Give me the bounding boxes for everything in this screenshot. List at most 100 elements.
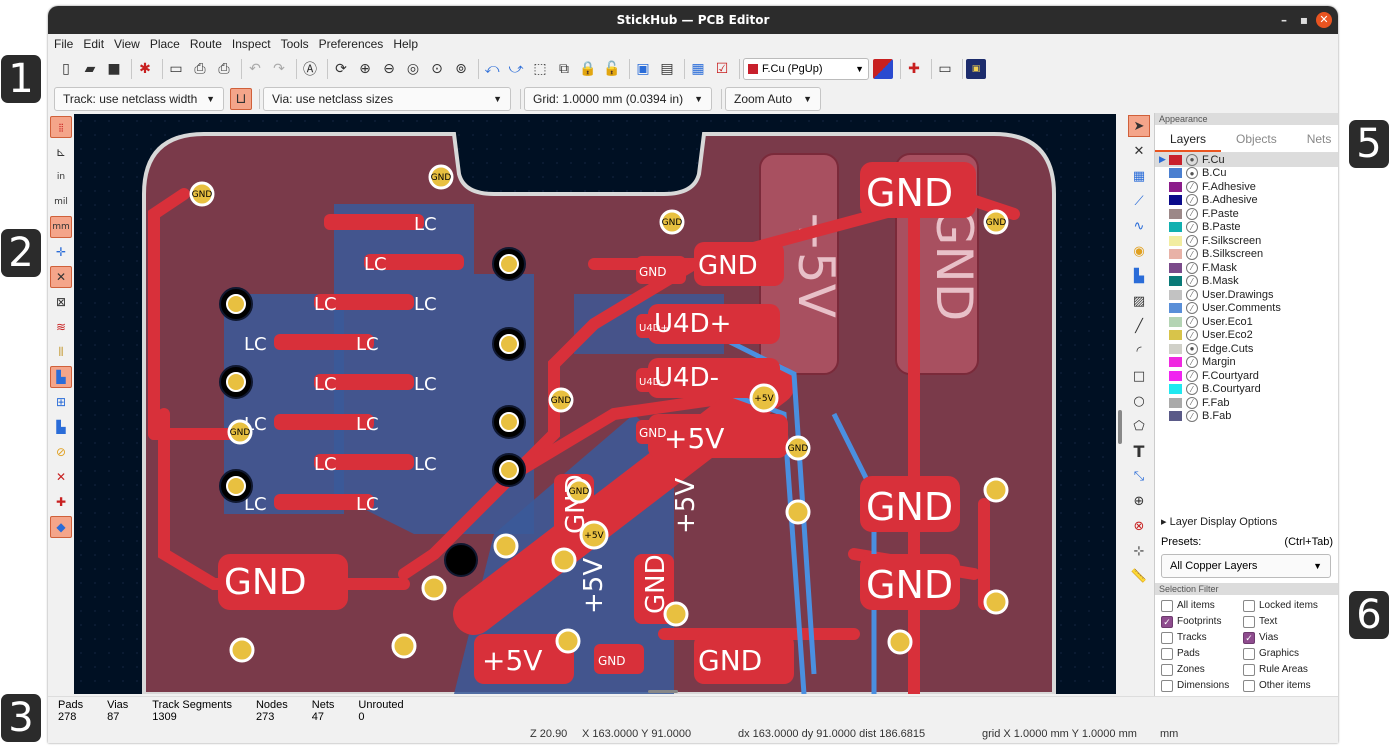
tune-length-icon[interactable]: ∿	[1128, 215, 1150, 237]
local-ratsnest-icon[interactable]: ✕	[1128, 140, 1150, 162]
layer-color-swatch[interactable]	[1169, 397, 1182, 408]
selection-filter-item[interactable]: Other items	[1243, 679, 1338, 692]
place-origin-icon[interactable]: ⊕	[1128, 490, 1150, 512]
layer-color-swatch[interactable]	[1169, 357, 1182, 368]
layer-color-swatch[interactable]	[1169, 303, 1182, 314]
zoom-objects-icon[interactable]: ⊙	[427, 59, 447, 79]
page-settings-icon[interactable]: ▭	[166, 59, 186, 79]
cursor-shape-icon[interactable]: ✛	[50, 241, 72, 263]
layer-select-combo[interactable]: F.Cu (PgUp) ▼	[743, 58, 869, 80]
checkbox[interactable]	[1243, 615, 1255, 628]
checkbox[interactable]	[1243, 599, 1255, 612]
layer-color-swatch[interactable]	[1169, 208, 1182, 219]
layer-row[interactable]: ⁄ User.Eco1	[1155, 315, 1338, 329]
footprint-browser-icon[interactable]: ▤	[657, 59, 677, 79]
zoom-selection-icon[interactable]: ⊚	[451, 59, 471, 79]
select-tool-icon[interactable]: ➤	[1128, 115, 1150, 137]
refresh-icon[interactable]: ⟳	[331, 59, 351, 79]
menu-edit[interactable]: Edit	[83, 37, 104, 51]
selection-filter-item[interactable]: Pads	[1161, 647, 1243, 660]
print-icon[interactable]: ⎙	[190, 59, 210, 79]
draw-polygon-icon[interactable]: ⬠	[1128, 415, 1150, 437]
draw-rectangle-icon[interactable]: □	[1128, 365, 1150, 387]
layer-row[interactable]: ⁄ F.Adhesive	[1155, 180, 1338, 194]
eye-off-icon[interactable]: ⁄	[1186, 194, 1198, 207]
layer-row[interactable]: ⁄ F.Paste	[1155, 207, 1338, 221]
track-sketch-icon[interactable]: ⊞	[50, 391, 72, 413]
mirror-icon[interactable]: ⬚	[530, 59, 550, 79]
layer-row[interactable]: ⁄ Margin	[1155, 356, 1338, 370]
layer-row[interactable]: ● B.Cu	[1155, 167, 1338, 181]
zoom-combo[interactable]: Zoom Auto ▼	[725, 87, 821, 111]
via-size-combo[interactable]: Via: use netclass sizes ▼	[263, 87, 511, 111]
polar-coords-icon[interactable]: ⊾	[50, 141, 72, 163]
redo-icon[interactable]: ↷	[269, 59, 289, 79]
layer-color-swatch[interactable]	[1169, 222, 1182, 233]
eye-icon[interactable]: ●	[1186, 153, 1198, 166]
eye-off-icon[interactable]: ⁄	[1186, 369, 1198, 382]
route-track-icon[interactable]: ⟋	[1128, 190, 1150, 212]
layer-color-swatch[interactable]	[1169, 330, 1182, 341]
layer-color-swatch[interactable]	[1169, 249, 1182, 260]
open-icon[interactable]: ▰	[80, 59, 100, 79]
menu-tools[interactable]: Tools	[281, 37, 309, 51]
add-via-icon[interactable]: ◉	[1128, 240, 1150, 262]
layer-display-options-toggle[interactable]: ▸ Layer Display Options	[1155, 515, 1338, 528]
layer-color-swatch[interactable]	[1169, 384, 1182, 395]
checkbox[interactable]: ✓	[1161, 615, 1173, 628]
zoom-in-icon[interactable]: ⊕	[355, 59, 375, 79]
selection-filter-item[interactable]: Graphics	[1243, 647, 1338, 660]
layer-color-swatch[interactable]	[1169, 411, 1182, 422]
high-contrast-icon[interactable]: ▙	[50, 416, 72, 438]
eye-icon[interactable]: ●	[1186, 167, 1198, 180]
layer-color-swatch[interactable]	[1169, 235, 1182, 246]
layer-color-swatch[interactable]	[1169, 195, 1182, 206]
layer-color-swatch[interactable]	[1169, 370, 1182, 381]
3d-viewer-icon[interactable]: ▣	[966, 59, 986, 79]
net-highlight-icon[interactable]: ⊘	[50, 441, 72, 463]
layer-row[interactable]: ⁄ F.Mask	[1155, 261, 1338, 275]
presets-combo[interactable]: All Copper Layers ▼	[1161, 554, 1331, 578]
layer-color-swatch[interactable]	[1169, 154, 1182, 165]
layer-color-swatch[interactable]	[1169, 343, 1182, 354]
vertical-scroll-thumb[interactable]	[1118, 410, 1122, 444]
units-mm-button[interactable]: mm	[50, 216, 72, 238]
auto-track-width-icon[interactable]: ⊔	[230, 88, 252, 110]
show-zones-icon[interactable]: ≋	[50, 316, 72, 338]
grid-toggle-icon[interactable]: ⣿	[50, 116, 72, 138]
selection-filter-item[interactable]: Zones	[1161, 663, 1243, 676]
eye-off-icon[interactable]: ⁄	[1186, 275, 1198, 288]
horizontal-scroll-thumb[interactable]	[648, 690, 678, 693]
board-setup-icon[interactable]: ✱	[135, 59, 155, 79]
layer-color-swatch[interactable]	[1169, 316, 1182, 327]
netlist-icon[interactable]: ▦	[688, 59, 708, 79]
units-mils-button[interactable]: mil	[50, 191, 72, 213]
canvas-horizontal-scrollbar[interactable]	[74, 687, 1116, 695]
layer-row[interactable]: ⁄ User.Eco2	[1155, 329, 1338, 343]
track-width-combo[interactable]: Track: use netclass width ▼	[54, 87, 224, 111]
menu-file[interactable]: File	[54, 37, 73, 51]
checkbox[interactable]	[1161, 647, 1173, 660]
eye-off-icon[interactable]: ⁄	[1186, 383, 1198, 396]
curved-ratsnest-icon[interactable]: ⊠	[50, 291, 72, 313]
eye-off-icon[interactable]: ⁄	[1186, 410, 1198, 423]
canvas-vertical-scrollbar[interactable]	[1116, 114, 1124, 694]
selection-filter-item[interactable]: Dimensions	[1161, 679, 1243, 692]
eye-off-icon[interactable]: ⁄	[1186, 356, 1198, 369]
menu-place[interactable]: Place	[150, 37, 180, 51]
layer-row[interactable]: ⁄ F.Silkscreen	[1155, 234, 1338, 248]
menu-route[interactable]: Route	[190, 37, 222, 51]
eye-off-icon[interactable]: ⁄	[1186, 288, 1198, 301]
grid-combo[interactable]: Grid: 1.0000 mm (0.0394 in) ▼	[524, 87, 712, 111]
selection-filter-item[interactable]: ✓ Vias	[1243, 631, 1338, 644]
layer-row[interactable]: ● Edge.Cuts	[1155, 342, 1338, 356]
delete-tool-icon[interactable]: ⊗	[1128, 515, 1150, 537]
tab-nets[interactable]: Nets	[1292, 125, 1338, 152]
layer-row[interactable]: ⁄ F.Fab	[1155, 396, 1338, 410]
eye-off-icon[interactable]: ⁄	[1186, 329, 1198, 342]
layer-row[interactable]: ⁄ F.Courtyard	[1155, 369, 1338, 383]
layer-color-swatch[interactable]	[1169, 181, 1182, 192]
via-sketch-icon[interactable]: ▙	[50, 366, 72, 388]
menu-preferences[interactable]: Preferences	[319, 37, 384, 51]
checkbox[interactable]: ✓	[1243, 631, 1255, 644]
